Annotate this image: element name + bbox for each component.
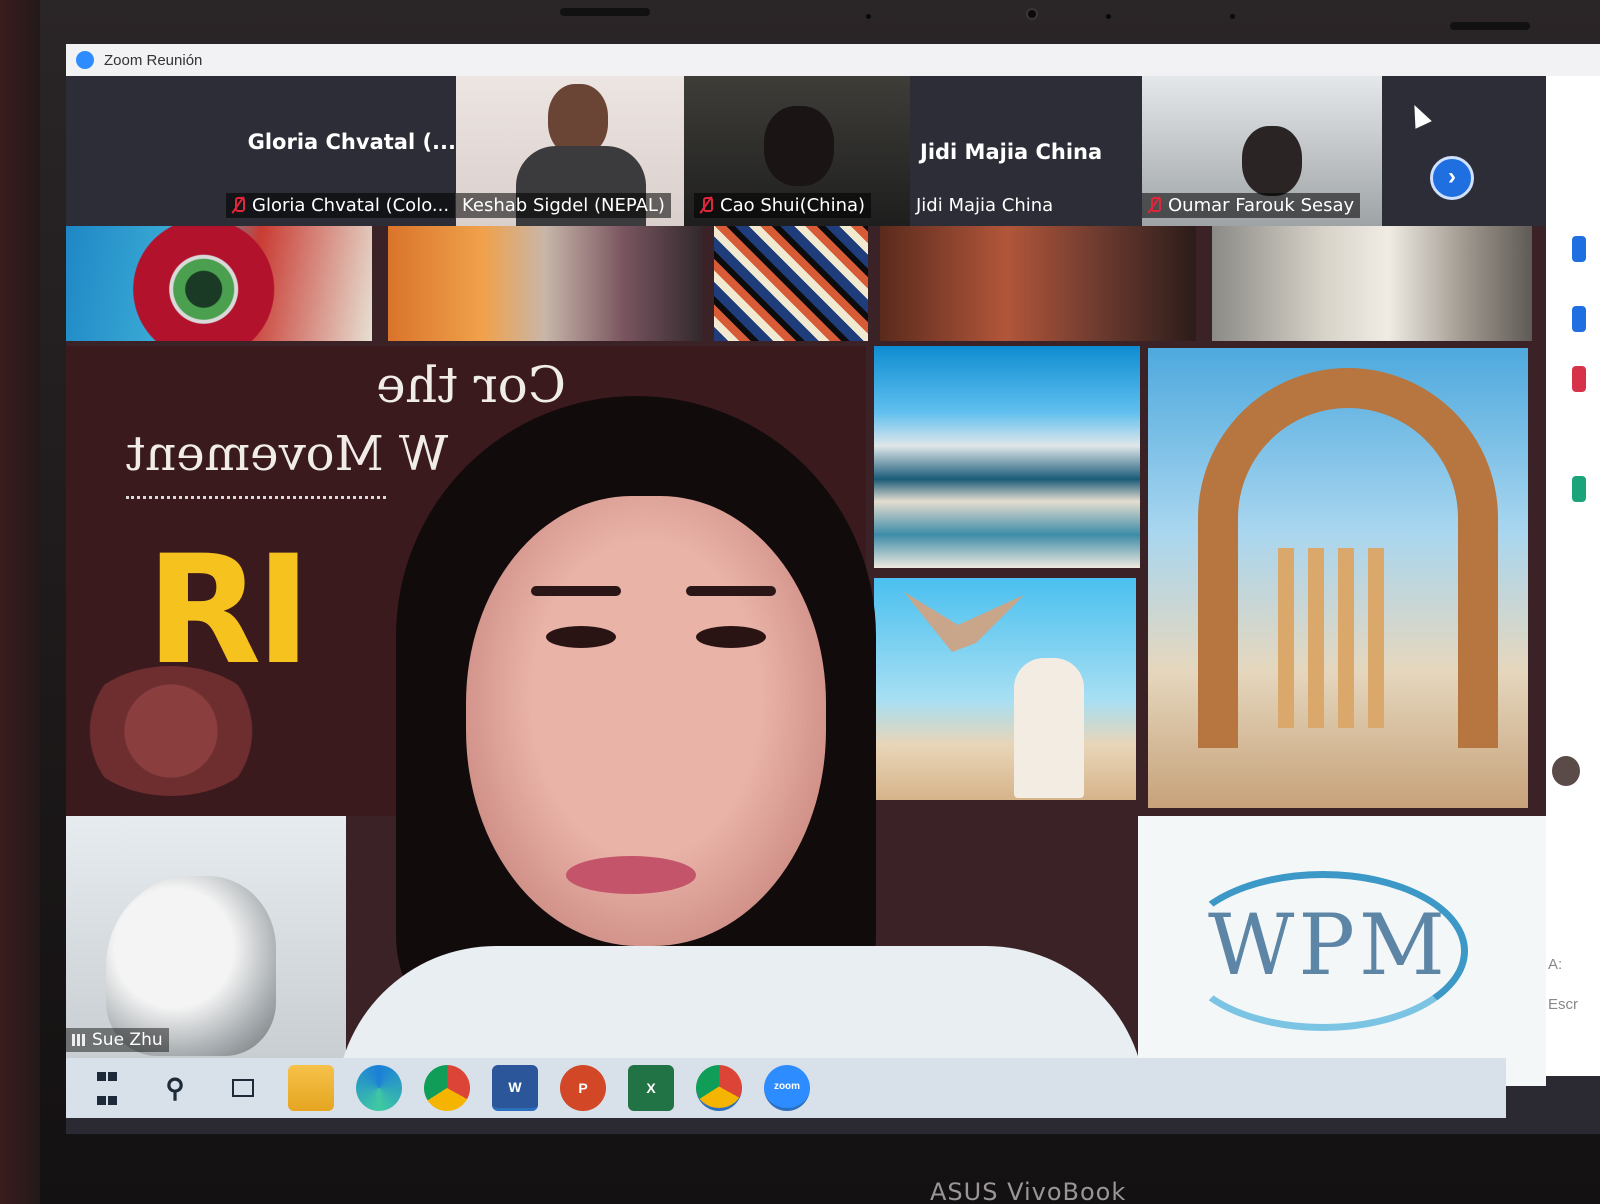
participant-name: Cao Shui(China) (720, 195, 866, 216)
sensor-dot (866, 14, 871, 19)
participant-display-name: Jidi Majia China (920, 140, 1103, 164)
participant-name-tag: Oumar Farouk Sesay (1142, 193, 1361, 218)
chat-to-label: A: (1548, 956, 1563, 973)
bezel-slot (560, 8, 650, 16)
speaker-name-tag: Sue Zhu (66, 1028, 169, 1052)
avatar[interactable] (1552, 756, 1580, 786)
slide-image-statue (1212, 226, 1532, 341)
participant-name-tag: Jidi Majia China (910, 193, 1059, 218)
meeting-stage: Gloria Chvatal (... Gloria Chvatal (Colo… (66, 76, 1546, 1086)
panel-indicator (1572, 476, 1586, 502)
panel-indicator (1572, 306, 1586, 332)
file-explorer-icon[interactable] (288, 1065, 334, 1111)
next-page-button[interactable]: › (1430, 156, 1474, 200)
connection-signal-icon (72, 1034, 86, 1046)
column-graphic (1368, 548, 1384, 728)
wpm-logo-text: WPM (1208, 896, 1449, 994)
participant-tile[interactable]: Cao Shui(China) (684, 76, 910, 226)
participant-name: Gloria Chvatal (Colo... (252, 195, 450, 216)
column-graphic (1308, 548, 1324, 728)
participant-tile[interactable]: Keshab Sigdel (NEPAL) (456, 76, 684, 226)
windows-icon[interactable] (84, 1065, 130, 1111)
strip-nav-area (1382, 76, 1546, 226)
slide-image-palmyra-arch (1148, 348, 1528, 808)
laptop-brand: ASUS VivoBook (930, 1178, 1127, 1204)
chat-side-panel[interactable]: A: Escr (1546, 76, 1600, 1076)
slide-image-mosaic (66, 226, 372, 341)
word-icon[interactable]: W (492, 1065, 538, 1111)
chrome-icon[interactable] (424, 1065, 470, 1111)
participant-strip: Gloria Chvatal (... Gloria Chvatal (Colo… (66, 76, 1546, 226)
active-speaker-video[interactable] (336, 386, 1146, 1076)
participant-name: Keshab Sigdel (NEPAL) (462, 195, 665, 216)
participant-tile[interactable]: Gloria Chvatal (... Gloria Chvatal (Colo… (66, 76, 456, 226)
sensor-dot (1230, 14, 1235, 19)
participant-name-tag: Gloria Chvatal (Colo... (226, 193, 456, 218)
slide-image-hands (880, 226, 1196, 341)
panel-indicator (1572, 366, 1586, 392)
bezel-slot (1450, 22, 1530, 30)
participant-name: Oumar Farouk Sesay (1168, 195, 1355, 216)
task-view-icon[interactable] (220, 1065, 266, 1111)
participant-video (764, 106, 834, 186)
speaker-brow (686, 586, 776, 596)
zoom-logo-icon (76, 51, 94, 69)
speaker-shirt (336, 946, 1146, 1076)
panel-indicator (1572, 236, 1586, 262)
chrome-profile-icon[interactable] (696, 1065, 742, 1111)
powerpoint-icon[interactable]: P (560, 1065, 606, 1111)
participant-name-tag: Keshab Sigdel (NEPAL) (456, 193, 671, 218)
participant-video (1242, 126, 1302, 196)
column-graphic (1278, 548, 1294, 728)
search-icon[interactable]: ⚲ (152, 1065, 198, 1111)
participant-name-tag: Cao Shui(China) (694, 193, 872, 218)
window-titlebar[interactable]: Zoom Reunión (66, 44, 1600, 76)
windows-taskbar: ⚲ W P X zoom (66, 1058, 1506, 1118)
participant-display-name: Gloria Chvatal (... (247, 130, 456, 154)
laptop-screen: Zoom Reunión Gloria Chvatal (... Gloria … (66, 44, 1600, 1134)
participant-tile[interactable]: Oumar Farouk Sesay (1142, 76, 1382, 226)
muted-mic-icon (700, 197, 713, 213)
bezel-edge (0, 0, 40, 1204)
slide-image-dancers (388, 226, 702, 341)
slide-image-pattern (714, 226, 868, 341)
participant-tile[interactable]: Jidi Majia China Jidi Majia China (910, 76, 1142, 226)
slide-flower-graphic (76, 666, 266, 796)
excel-icon[interactable]: X (628, 1065, 674, 1111)
window-title: Zoom Reunión (104, 51, 203, 69)
speaker-brow (531, 586, 621, 596)
wpm-logo-panel: WPM (1138, 816, 1546, 1086)
chat-input-placeholder[interactable]: Escr (1548, 996, 1578, 1013)
muted-mic-icon (1148, 197, 1161, 213)
muted-mic-icon (232, 197, 245, 213)
sensor-dot (1106, 14, 1111, 19)
edge-icon[interactable] (356, 1065, 402, 1111)
slide-big-letters: RI (146, 524, 311, 698)
speaker-eye (696, 626, 766, 648)
webcam-icon (1026, 8, 1038, 20)
participant-name: Jidi Majia China (916, 195, 1054, 216)
speaker-lips (566, 856, 696, 894)
speaker-name: Sue Zhu (92, 1030, 163, 1050)
column-graphic (1338, 548, 1354, 728)
zoom-icon[interactable]: zoom (764, 1065, 810, 1111)
speaker-eye (546, 626, 616, 648)
